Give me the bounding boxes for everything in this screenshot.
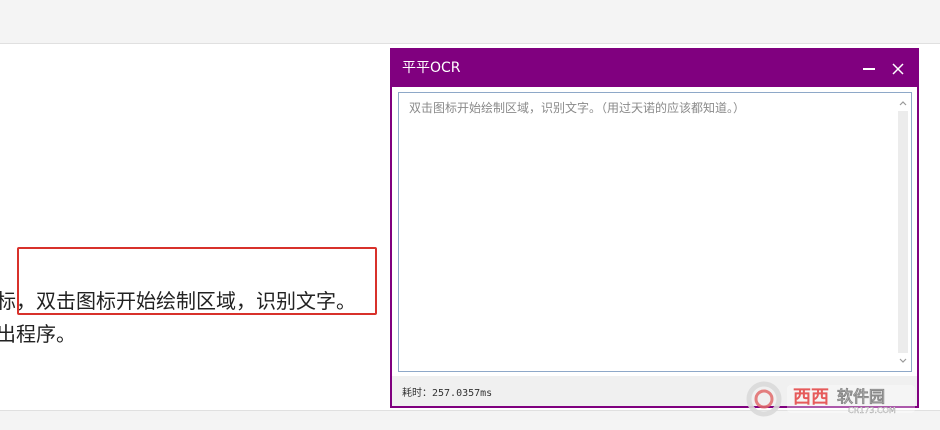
minimize-button[interactable] [856, 56, 882, 82]
ocr-window: 平平OCR 双击图标开始绘制区域，识别文字。（用过天诺的应该都知道。） 耗时：2… [390, 48, 919, 408]
close-button[interactable] [885, 56, 911, 82]
highlight-box [17, 247, 377, 315]
svg-text:CR173.COM: CR173.COM [848, 406, 896, 415]
watermark-lockup: 西西 软件园 CR173.COM [746, 381, 915, 417]
scroll-down-button[interactable] [897, 355, 909, 367]
title-bar[interactable]: 平平OCR [392, 50, 917, 88]
elapsed-time-label: 耗时：257.0357ms [402, 388, 493, 399]
chevron-down-icon [899, 358, 907, 363]
ocr-text-content: 双击图标开始绘制区域，识别文字。（用过天诺的应该都知道。） [409, 101, 746, 115]
close-icon [892, 63, 904, 75]
site-watermark-logo: 西西 软件园 CR173.COM [745, 380, 920, 418]
minimize-icon [863, 68, 875, 70]
scroll-track[interactable] [898, 111, 908, 353]
svg-text:西西: 西西 [793, 387, 829, 408]
chevron-up-icon [899, 101, 907, 106]
ocr-text-area[interactable]: 双击图标开始绘制区域，识别文字。（用过天诺的应该都知道。） [398, 92, 912, 372]
vertical-scrollbar[interactable] [897, 97, 909, 367]
page-top-bar [0, 0, 940, 44]
svg-text:软件园: 软件园 [837, 387, 885, 406]
window-title: 平平OCR [402, 60, 461, 76]
article-text-line-2: 出程序。 [0, 322, 76, 346]
scroll-up-button[interactable] [897, 97, 909, 109]
